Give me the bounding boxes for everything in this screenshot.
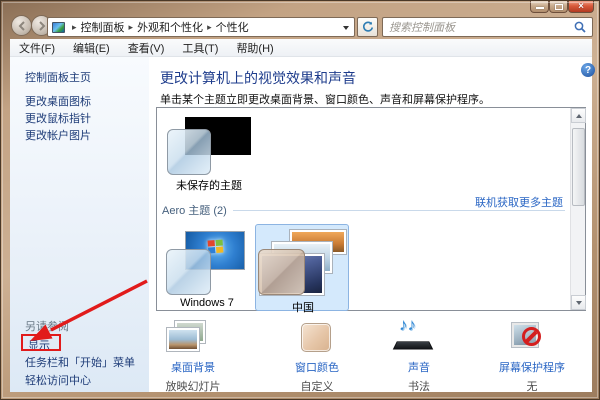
back-button[interactable] [11,15,32,36]
desktop-background-value: 放映幻灯片 [143,378,243,394]
scrollbar-up-icon [576,114,582,118]
menu-tools[interactable]: 工具(T) [173,39,227,56]
sidebar-item-control-panel-home[interactable]: 控制面板主页 [25,69,91,85]
sidebar-item-change-desktop-icons[interactable]: 更改桌面图标 [25,93,91,109]
minimize-button[interactable] [530,1,549,13]
sidebar-item-change-mouse-pointers[interactable]: 更改鼠标指针 [25,110,91,126]
sidebar-item-ease-of-access[interactable]: 轻松访问中心 [25,372,91,388]
search-input[interactable]: 搜索控制面板 [382,17,593,37]
window-color-setting[interactable]: 窗口颜色 自定义 [267,321,367,394]
scrollbar-thumb[interactable] [572,128,585,206]
menu-file[interactable]: 文件(F) [10,39,64,56]
unsaved-theme-glass-icon[interactable] [167,129,211,175]
desktop-background-icon [143,321,243,355]
search-icon[interactable] [573,20,587,34]
refresh-button[interactable] [357,17,378,37]
menu-edit[interactable]: 编辑(E) [64,39,119,56]
unsaved-theme-label: 未保存的主题 [161,177,257,193]
breadcrumb-control-panel[interactable]: 控制面板 [81,19,125,35]
windows7-glass-icon [166,249,211,295]
help-icon[interactable]: ? [581,63,595,77]
personalization-window: × ▸ 控制面板 ▸ 外观和个性化 ▸ 个性化 搜索控制面板 文件(F) 编辑(… [0,0,600,400]
theme-list: 未保存的主题 联机获取更多主题 Aero 主题 (2) Windows 7 中国 [156,107,586,311]
menu-bar: 文件(F) 编辑(E) 查看(V) 工具(T) 帮助(H) [10,39,592,57]
screensaver-value: 无 [482,378,582,394]
window-color-icon [267,321,367,355]
desktop-background-setting[interactable]: 桌面背景 放映幻灯片 [143,321,243,394]
page-title: 更改计算机上的视觉效果和声音 [160,68,356,88]
window-color-value: 自定义 [267,378,367,394]
breadcrumb-arrow-icon: ▸ [203,22,216,33]
screensaver-label[interactable]: 屏幕保护程序 [482,359,582,375]
group-divider [233,210,565,211]
menu-view[interactable]: 查看(V) [119,39,174,56]
sidebar-item-taskbar-start-menu[interactable]: 任务栏和「开始」菜单 [25,354,135,370]
address-dropdown-button[interactable] [343,21,354,33]
theme-china-label: 中国 [256,299,350,315]
sounds-label[interactable]: 声音 [369,359,469,375]
back-icon [17,21,27,31]
breadcrumb-arrow-icon: ▸ [125,22,138,33]
aero-themes-group: Aero 主题 (2) [162,202,565,218]
theme-china-selected[interactable]: 中国 [255,224,349,311]
see-also-header: 另请参阅 [25,318,69,334]
forward-icon [37,21,47,31]
sounds-icon: ♪♪ [369,321,469,355]
maximize-button[interactable] [549,1,568,13]
chevron-down-icon [343,26,349,30]
breadcrumb-appearance[interactable]: 外观和个性化 [137,19,203,35]
desktop-background-label[interactable]: 桌面背景 [143,359,243,375]
breadcrumb-personalization[interactable]: 个性化 [216,19,249,35]
page-subtitle: 单击某个主题立即更改桌面背景、窗口颜色、声音和屏幕保护程序。 [160,91,490,107]
screensaver-setting[interactable]: 屏幕保护程序 无 [482,321,582,394]
sounds-value: 书法 [369,378,469,394]
theme-windows7-label: Windows 7 [162,297,252,309]
refresh-icon [362,21,374,33]
breadcrumb-arrow-icon: ▸ [68,22,81,33]
scroll-down-button[interactable] [571,295,586,310]
minimize-icon [536,7,544,9]
close-button[interactable]: × [568,1,594,13]
sounds-setting[interactable]: ♪♪ 声音 书法 [369,321,469,394]
close-icon: × [578,2,584,12]
scroll-up-button[interactable] [571,108,586,123]
scrollbar-down-icon [576,301,582,305]
search-placeholder: 搜索控制面板 [383,19,573,35]
personalization-icon [52,22,65,33]
window-color-label[interactable]: 窗口颜色 [267,359,367,375]
menu-help[interactable]: 帮助(H) [227,39,282,56]
address-bar[interactable]: ▸ 控制面板 ▸ 外观和个性化 ▸ 个性化 [47,17,355,37]
screensaver-icon [482,321,582,355]
sidebar-item-change-account-picture[interactable]: 更改帐户图片 [25,127,91,143]
china-glass-icon [258,249,305,295]
annotation-highlight-box [21,334,61,351]
aero-themes-header: Aero 主题 (2) [162,202,233,218]
theme-list-scrollbar[interactable] [570,108,585,310]
maximize-icon [555,4,563,10]
